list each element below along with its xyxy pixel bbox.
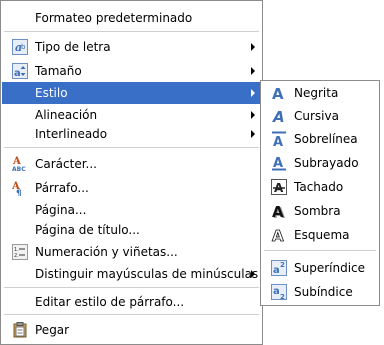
- menu-item-label: Página...: [35, 203, 87, 217]
- menu-item-font-size[interactable]: a Tamaño: [2, 60, 261, 82]
- underline-icon: A: [271, 155, 287, 171]
- menu-item-label: Cursiva: [294, 109, 339, 123]
- menu-item-label: Esquema: [294, 228, 350, 242]
- outline-icon: A: [271, 227, 287, 246]
- svg-text:a: a: [273, 286, 280, 297]
- menu-item-label: Numeración y viñetas...: [35, 245, 178, 259]
- submenu-item-shadow[interactable]: AA Sombra: [262, 200, 378, 222]
- menu-item-label: Tipo de letra: [35, 40, 111, 54]
- menu-item-edit-paragraph-style[interactable]: Editar estilo de párrafo...: [2, 291, 261, 313]
- submenu-item-outline[interactable]: A Esquema: [262, 224, 378, 246]
- context-menu: Formateo predeterminado ab Tipo de letra…: [0, 0, 263, 345]
- menu-item-label: Pegar: [35, 323, 70, 337]
- subscript-icon: a2: [271, 284, 287, 301]
- menu-item-character[interactable]: A ABC Carácter...: [2, 153, 261, 175]
- svg-text:2: 2: [280, 261, 285, 269]
- menu-item-bullets-numbering[interactable]: 1. 2. Numeración y viñetas...: [2, 241, 261, 263]
- menu-item-label: Página de título...: [35, 223, 140, 237]
- svg-text:b: b: [21, 43, 26, 51]
- menu-item-label: Negrita: [294, 86, 339, 100]
- submenu-arrow-icon: [251, 130, 255, 138]
- numbering-icon: 1. 2.: [12, 244, 28, 260]
- character-icon: A ABC: [12, 156, 28, 173]
- paragraph-icon: A ¶: [11, 180, 28, 199]
- svg-text:2: 2: [280, 293, 285, 300]
- menu-item-label: Distinguir mayúsculas de minúsculas: [35, 267, 259, 281]
- menu-item-label: Carácter...: [35, 157, 97, 171]
- menu-item-label: Subrayado: [294, 156, 359, 170]
- menu-item-label: Tachado: [294, 180, 344, 194]
- menu-item-page[interactable]: Página...: [2, 199, 261, 221]
- svg-text:A: A: [272, 203, 284, 219]
- submenu-arrow-icon: [251, 67, 255, 75]
- menu-item-label: Alineación: [35, 108, 98, 122]
- menu-separator: [4, 31, 259, 32]
- submenu-arrow-icon: [251, 111, 255, 119]
- menu-item-label: Sobrelínea: [294, 132, 358, 146]
- submenu-item-overline[interactable]: A Sobrelínea: [262, 128, 378, 150]
- menu-item-label: Sombra: [294, 204, 341, 218]
- svg-text:a: a: [273, 265, 280, 276]
- menu-item-label: Formateo predeterminado: [35, 11, 193, 25]
- menu-item-label: Tamaño: [35, 64, 82, 78]
- menu-separator: [4, 287, 259, 288]
- submenu-item-strikethrough[interactable]: A Tachado: [262, 176, 378, 198]
- svg-text:¶: ¶: [16, 189, 22, 196]
- svg-text:a: a: [14, 68, 21, 79]
- svg-text:A: A: [272, 108, 285, 124]
- menu-item-label: Estilo: [35, 86, 68, 100]
- menu-separator: [264, 250, 376, 251]
- svg-text:A: A: [272, 85, 284, 101]
- bold-icon: A: [271, 85, 287, 103]
- font-name-icon: ab: [12, 39, 28, 55]
- style-submenu: A Negrita A Cursiva A Sobrelínea A Subra…: [260, 80, 380, 306]
- submenu-arrow-icon: [251, 270, 255, 278]
- menu-item-line-spacing[interactable]: Interlineado: [2, 123, 261, 145]
- superscript-icon: a2: [271, 260, 287, 276]
- menu-item-paragraph[interactable]: A ¶ Párrafo...: [2, 177, 261, 199]
- menu-separator: [4, 147, 259, 148]
- menu-item-title-page[interactable]: Página de título...: [2, 219, 261, 241]
- menu-item-paste[interactable]: Pegar: [2, 319, 261, 341]
- submenu-arrow-icon: [251, 43, 255, 51]
- menu-item-font-name[interactable]: ab Tipo de letra: [2, 36, 261, 58]
- submenu-item-subscript[interactable]: a2 Subíndice: [262, 281, 378, 303]
- menu-item-label: Superíndice: [294, 261, 366, 275]
- menu-item-change-case[interactable]: Distinguir mayúsculas de minúsculas: [2, 263, 261, 285]
- menu-item-label: Subíndice: [294, 285, 353, 299]
- menu-item-style[interactable]: Estilo: [2, 82, 261, 104]
- italic-icon: A: [271, 108, 287, 126]
- font-size-icon: a: [12, 63, 28, 79]
- svg-text:A: A: [273, 135, 283, 147]
- submenu-item-underline[interactable]: A Subrayado: [262, 152, 378, 174]
- menu-item-label: Párrafo...: [35, 181, 89, 195]
- submenu-item-superscript[interactable]: a2 Superíndice: [262, 257, 378, 279]
- menu-item-default-formatting[interactable]: Formateo predeterminado: [2, 7, 261, 29]
- shadow-icon: AA: [271, 203, 287, 222]
- svg-text:2.: 2.: [14, 253, 19, 259]
- svg-text:A: A: [272, 227, 284, 243]
- menu-separator: [4, 314, 259, 315]
- submenu-item-bold[interactable]: A Negrita: [262, 82, 378, 104]
- submenu-arrow-icon: [251, 89, 255, 97]
- overline-icon: A: [271, 131, 287, 150]
- strikethrough-icon: A: [271, 179, 287, 195]
- submenu-item-italic[interactable]: A Cursiva: [262, 105, 378, 127]
- svg-text:ABC: ABC: [12, 166, 26, 172]
- menu-item-label: Editar estilo de párrafo...: [35, 295, 185, 309]
- paste-icon: [12, 322, 28, 338]
- menu-item-label: Interlineado: [35, 127, 108, 141]
